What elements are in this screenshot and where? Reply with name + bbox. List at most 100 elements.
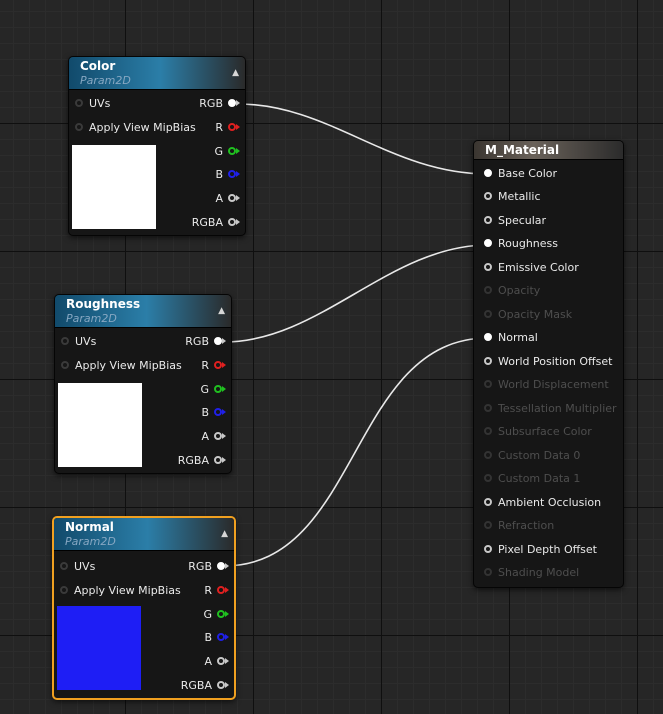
output-pin-b[interactable]: B bbox=[215, 166, 240, 184]
pin-icon[interactable] bbox=[228, 218, 236, 226]
pin-icon[interactable] bbox=[228, 147, 236, 155]
node-header[interactable]: Normal Param2D ▲ bbox=[54, 518, 234, 551]
pin-icon[interactable] bbox=[75, 99, 83, 107]
pin-icon bbox=[484, 286, 492, 294]
texture-preview bbox=[72, 145, 156, 229]
pin-icon[interactable] bbox=[214, 337, 222, 345]
pin-icon[interactable] bbox=[75, 123, 83, 131]
output-pin-g[interactable]: G bbox=[214, 143, 240, 161]
material-pin-roughness[interactable]: Roughness bbox=[484, 235, 558, 253]
texture-node-color[interactable]: Color Param2D ▲ UVs Apply View MipBias R… bbox=[68, 56, 246, 236]
pin-icon[interactable] bbox=[484, 239, 492, 247]
output-pin-b[interactable]: B bbox=[204, 629, 229, 647]
pin-arrow-icon bbox=[236, 100, 240, 106]
texture-preview bbox=[58, 383, 142, 467]
pin-icon[interactable] bbox=[217, 681, 225, 689]
pin-icon[interactable] bbox=[484, 216, 492, 224]
pin-arrow-icon bbox=[222, 409, 226, 415]
input-pin-uvs[interactable]: UVs bbox=[61, 333, 96, 351]
material-pin-opacity: Opacity bbox=[484, 282, 540, 300]
pin-icon[interactable] bbox=[214, 432, 222, 440]
pin-icon[interactable] bbox=[217, 633, 225, 641]
pin-icon[interactable] bbox=[60, 586, 68, 594]
material-pin-ambient-occlusion[interactable]: Ambient Occlusion bbox=[484, 494, 601, 512]
pin-icon[interactable] bbox=[214, 385, 222, 393]
output-pin-rgb[interactable]: RGB bbox=[199, 95, 240, 113]
pin-icon bbox=[484, 474, 492, 482]
material-pin-metallic[interactable]: Metallic bbox=[484, 188, 541, 206]
output-pin-a[interactable]: A bbox=[215, 190, 240, 208]
wire-roughness-to-roughness bbox=[223, 244, 489, 343]
pin-arrow-icon bbox=[222, 362, 226, 368]
pin-arrow-icon bbox=[225, 658, 229, 664]
material-pin-normal[interactable]: Normal bbox=[484, 329, 538, 347]
pin-icon[interactable] bbox=[484, 169, 492, 177]
output-pin-b[interactable]: B bbox=[201, 404, 226, 422]
pin-icon[interactable] bbox=[61, 361, 69, 369]
output-pin-g[interactable]: G bbox=[203, 606, 229, 624]
output-pin-rgb[interactable]: RGB bbox=[185, 333, 226, 351]
output-pin-a[interactable]: A bbox=[201, 428, 226, 446]
pin-icon[interactable] bbox=[228, 99, 236, 107]
output-pin-a[interactable]: A bbox=[204, 653, 229, 671]
output-pin-rgba[interactable]: RGBA bbox=[192, 214, 240, 232]
material-node[interactable]: M_Material Base Color Metallic Specular … bbox=[473, 140, 624, 588]
output-pin-r[interactable]: R bbox=[215, 119, 240, 137]
pin-icon[interactable] bbox=[217, 562, 225, 570]
pin-icon[interactable] bbox=[60, 562, 68, 570]
pin-icon[interactable] bbox=[217, 657, 225, 665]
node-title: Roughness bbox=[66, 297, 141, 311]
material-pin-tessellation-multiplier: Tessellation Multiplier bbox=[484, 400, 617, 418]
input-pin-uvs[interactable]: UVs bbox=[60, 558, 95, 576]
material-pin-specular[interactable]: Specular bbox=[484, 212, 546, 230]
pin-icon[interactable] bbox=[484, 357, 492, 365]
pin-icon[interactable] bbox=[214, 361, 222, 369]
pin-icon[interactable] bbox=[217, 610, 225, 618]
pin-icon bbox=[484, 404, 492, 412]
pin-icon[interactable] bbox=[484, 498, 492, 506]
texture-node-roughness[interactable]: Roughness Param2D ▲ UVs Apply View MipBi… bbox=[54, 294, 232, 474]
pin-icon[interactable] bbox=[214, 456, 222, 464]
material-pin-emissive-color[interactable]: Emissive Color bbox=[484, 259, 579, 277]
pin-icon bbox=[484, 427, 492, 435]
output-pin-rgba[interactable]: RGBA bbox=[178, 452, 226, 470]
node-header[interactable]: Roughness Param2D ▲ bbox=[55, 295, 231, 328]
material-node-header[interactable]: M_Material bbox=[474, 141, 623, 160]
pin-arrow-icon bbox=[225, 682, 229, 688]
pin-icon[interactable] bbox=[484, 192, 492, 200]
material-pin-pixel-depth-offset[interactable]: Pixel Depth Offset bbox=[484, 541, 597, 559]
input-pin-apply-view-mipbias[interactable]: Apply View MipBias bbox=[61, 357, 182, 375]
collapse-arrow-icon[interactable]: ▲ bbox=[232, 68, 239, 78]
pin-icon[interactable] bbox=[61, 337, 69, 345]
pin-icon[interactable] bbox=[484, 263, 492, 271]
pin-icon[interactable] bbox=[214, 408, 222, 416]
collapse-arrow-icon[interactable]: ▲ bbox=[218, 306, 225, 316]
collapse-arrow-icon[interactable]: ▲ bbox=[221, 529, 228, 539]
input-pin-uvs[interactable]: UVs bbox=[75, 95, 110, 113]
pin-icon[interactable] bbox=[228, 123, 236, 131]
input-pin-apply-view-mipbias[interactable]: Apply View MipBias bbox=[75, 119, 196, 137]
pin-arrow-icon bbox=[225, 563, 229, 569]
output-pin-r[interactable]: R bbox=[204, 582, 229, 600]
output-pin-rgba[interactable]: RGBA bbox=[181, 677, 229, 695]
input-pin-apply-view-mipbias[interactable]: Apply View MipBias bbox=[60, 582, 181, 600]
pin-arrow-icon bbox=[222, 386, 226, 392]
node-header[interactable]: Color Param2D ▲ bbox=[69, 57, 245, 90]
material-pin-world-position-offset[interactable]: World Position Offset bbox=[484, 353, 612, 371]
material-pin-base-color[interactable]: Base Color bbox=[484, 165, 557, 183]
pin-icon[interactable] bbox=[228, 194, 236, 202]
texture-node-normal[interactable]: Normal Param2D ▲ UVs Apply View MipBias … bbox=[52, 516, 236, 700]
output-pin-r[interactable]: R bbox=[201, 357, 226, 375]
output-pin-rgb[interactable]: RGB bbox=[188, 558, 229, 576]
output-pin-g[interactable]: G bbox=[200, 381, 226, 399]
pin-icon[interactable] bbox=[217, 586, 225, 594]
wire-color-to-base-color bbox=[237, 103, 489, 175]
pin-icon bbox=[484, 380, 492, 388]
pin-arrow-icon bbox=[236, 124, 240, 130]
node-title: Color bbox=[80, 59, 116, 73]
node-title: Normal bbox=[65, 520, 114, 534]
pin-icon[interactable] bbox=[484, 333, 492, 341]
node-subtitle: Param2D bbox=[66, 312, 117, 325]
pin-icon[interactable] bbox=[228, 170, 236, 178]
pin-icon[interactable] bbox=[484, 545, 492, 553]
